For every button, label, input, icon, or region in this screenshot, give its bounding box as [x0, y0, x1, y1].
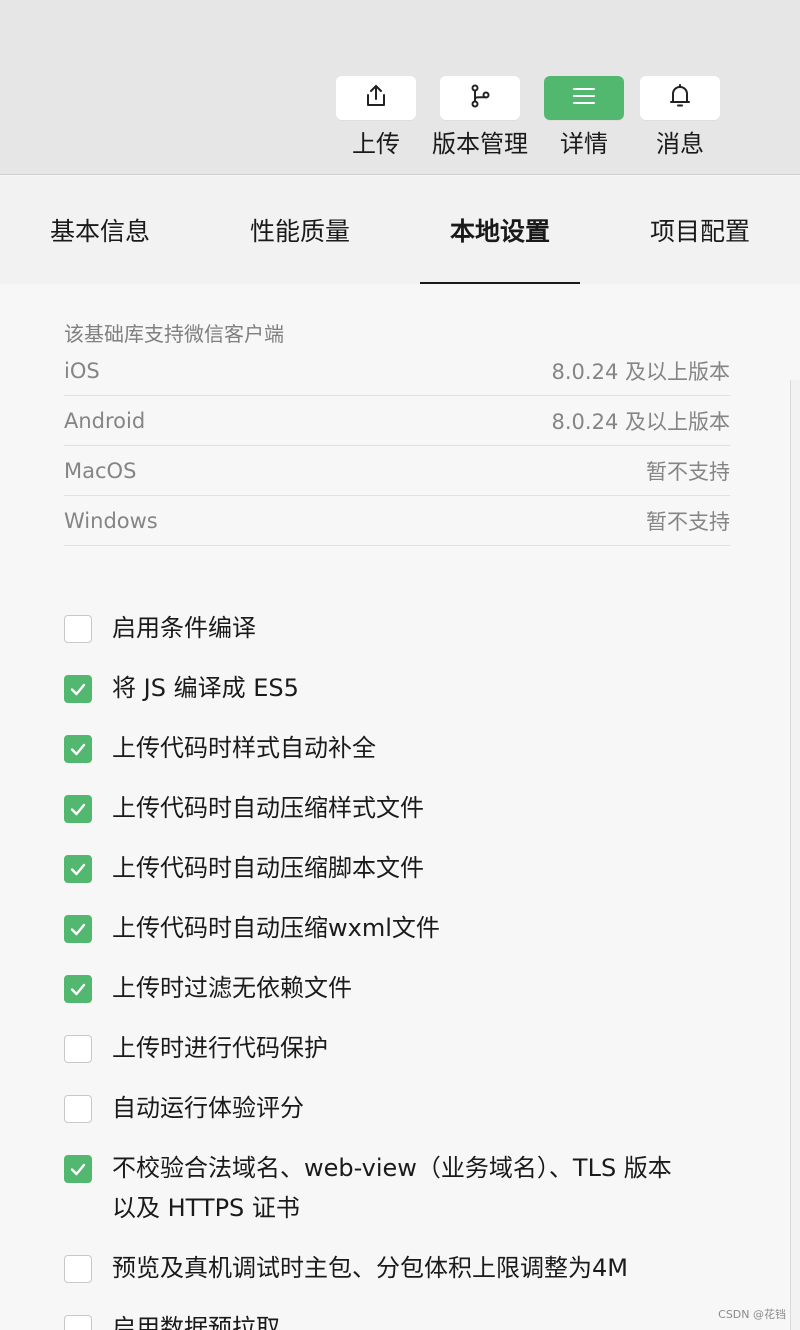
bell-icon — [667, 83, 693, 113]
check-icon — [70, 863, 86, 876]
tab-project-config[interactable]: 项目配置 — [600, 176, 800, 284]
details-tool[interactable]: 详情 — [544, 76, 624, 158]
check-icon — [70, 923, 86, 936]
platform-name: iOS — [64, 358, 100, 383]
tab-basic-info[interactable]: 基本信息 — [0, 176, 200, 284]
platform-support: 暂不支持 — [646, 459, 730, 484]
checkbox[interactable] — [64, 795, 92, 823]
platform-name: Android — [64, 408, 146, 433]
support-title: 该基础库支持微信客户端 — [64, 322, 284, 346]
checkbox[interactable] — [64, 1315, 92, 1330]
version-label: 版本管理 — [432, 130, 528, 158]
check-icon — [70, 743, 86, 756]
option-label: 预览及真机调试时主包、分包体积上限调整为4M — [112, 1254, 628, 1282]
checkbox[interactable] — [64, 1095, 92, 1123]
checkbox[interactable] — [64, 1155, 92, 1183]
option-skip-domain-check[interactable]: 不校验合法域名、web-view（业务域名）、TLS 版本以及 HTTPS 证书 — [64, 1154, 730, 1228]
branch-icon — [467, 83, 493, 113]
upload-button[interactable] — [336, 76, 416, 120]
support-row: Windows 暂不支持 — [64, 496, 730, 546]
checkbox[interactable] — [64, 1255, 92, 1283]
scrollbar[interactable] — [790, 380, 800, 1330]
option-label: 启用数据预拉取 — [112, 1314, 280, 1330]
tab-local-settings[interactable]: 本地设置 — [400, 176, 600, 284]
option-minify-style[interactable]: 上传代码时自动压缩样式文件 — [64, 794, 730, 828]
details-button[interactable] — [544, 76, 624, 120]
details-label: 详情 — [560, 130, 608, 158]
platform-support: 8.0.24 及以上版本 — [551, 409, 730, 434]
option-label: 启用条件编译 — [112, 614, 256, 642]
support-row: MacOS 暂不支持 — [64, 446, 730, 496]
checkbox[interactable] — [64, 615, 92, 643]
tab-performance[interactable]: 性能质量 — [200, 176, 400, 284]
option-label: 上传代码时自动压缩wxml文件 — [112, 914, 440, 942]
platform-support: 8.0.24 及以上版本 — [551, 359, 730, 384]
option-style-autocomplete[interactable]: 上传代码时样式自动补全 — [64, 734, 730, 768]
option-label: 上传代码时样式自动补全 — [112, 734, 376, 762]
check-icon — [70, 683, 86, 696]
toolbar: 上传 版本管理 详情 消息 — [0, 0, 800, 175]
menu-icon — [571, 83, 597, 113]
option-filter-unused[interactable]: 上传时过滤无依赖文件 — [64, 974, 730, 1008]
checkbox[interactable] — [64, 675, 92, 703]
version-tool[interactable]: 版本管理 — [432, 76, 528, 158]
version-button[interactable] — [440, 76, 520, 120]
check-icon — [70, 803, 86, 816]
messages-label: 消息 — [656, 130, 704, 158]
option-es5[interactable]: 将 JS 编译成 ES5 — [64, 674, 730, 708]
option-prefetch[interactable]: 启用数据预拉取 — [64, 1314, 730, 1330]
option-auto-audit[interactable]: 自动运行体验评分 — [64, 1094, 730, 1128]
upload-icon — [363, 83, 389, 113]
checkbox[interactable] — [64, 855, 92, 883]
checkbox[interactable] — [64, 975, 92, 1003]
tab-bar: 基本信息 性能质量 本地设置 项目配置 — [0, 176, 800, 284]
option-label: 上传代码时自动压缩脚本文件 — [112, 854, 424, 882]
option-label: 自动运行体验评分 — [112, 1094, 304, 1122]
support-row: iOS 8.0.24 及以上版本 — [64, 346, 730, 396]
settings-panel: 该基础库支持微信客户端 iOS 8.0.24 及以上版本 Android 8.0… — [0, 284, 800, 1330]
checkbox[interactable] — [64, 1035, 92, 1063]
option-conditional-compile[interactable]: 启用条件编译 — [64, 614, 730, 648]
platform-support: 暂不支持 — [646, 509, 730, 534]
option-label: 上传时过滤无依赖文件 — [112, 974, 352, 1002]
messages-button[interactable] — [640, 76, 720, 120]
platform-name: Windows — [64, 508, 158, 533]
upload-tool[interactable]: 上传 — [336, 76, 416, 158]
option-label: 将 JS 编译成 ES5 — [112, 674, 299, 702]
check-icon — [70, 1163, 86, 1176]
option-label: 上传代码时自动压缩样式文件 — [112, 794, 424, 822]
option-label: 上传时进行代码保护 — [112, 1034, 328, 1062]
option-minify-script[interactable]: 上传代码时自动压缩脚本文件 — [64, 854, 730, 888]
upload-label: 上传 — [352, 130, 400, 158]
option-label: 不校验合法域名、web-view（业务域名）、TLS 版本以及 HTTPS 证书 — [112, 1154, 672, 1222]
watermark: CSDN @花铛 — [718, 1308, 786, 1321]
support-row: Android 8.0.24 及以上版本 — [64, 396, 730, 446]
option-minify-wxml[interactable]: 上传代码时自动压缩wxml文件 — [64, 914, 730, 948]
option-4m-limit[interactable]: 预览及真机调试时主包、分包体积上限调整为4M — [64, 1254, 730, 1288]
platform-name: MacOS — [64, 458, 137, 483]
option-code-protect[interactable]: 上传时进行代码保护 — [64, 1034, 730, 1068]
checkbox[interactable] — [64, 915, 92, 943]
check-icon — [70, 983, 86, 996]
checkbox[interactable] — [64, 735, 92, 763]
messages-tool[interactable]: 消息 — [640, 76, 720, 158]
